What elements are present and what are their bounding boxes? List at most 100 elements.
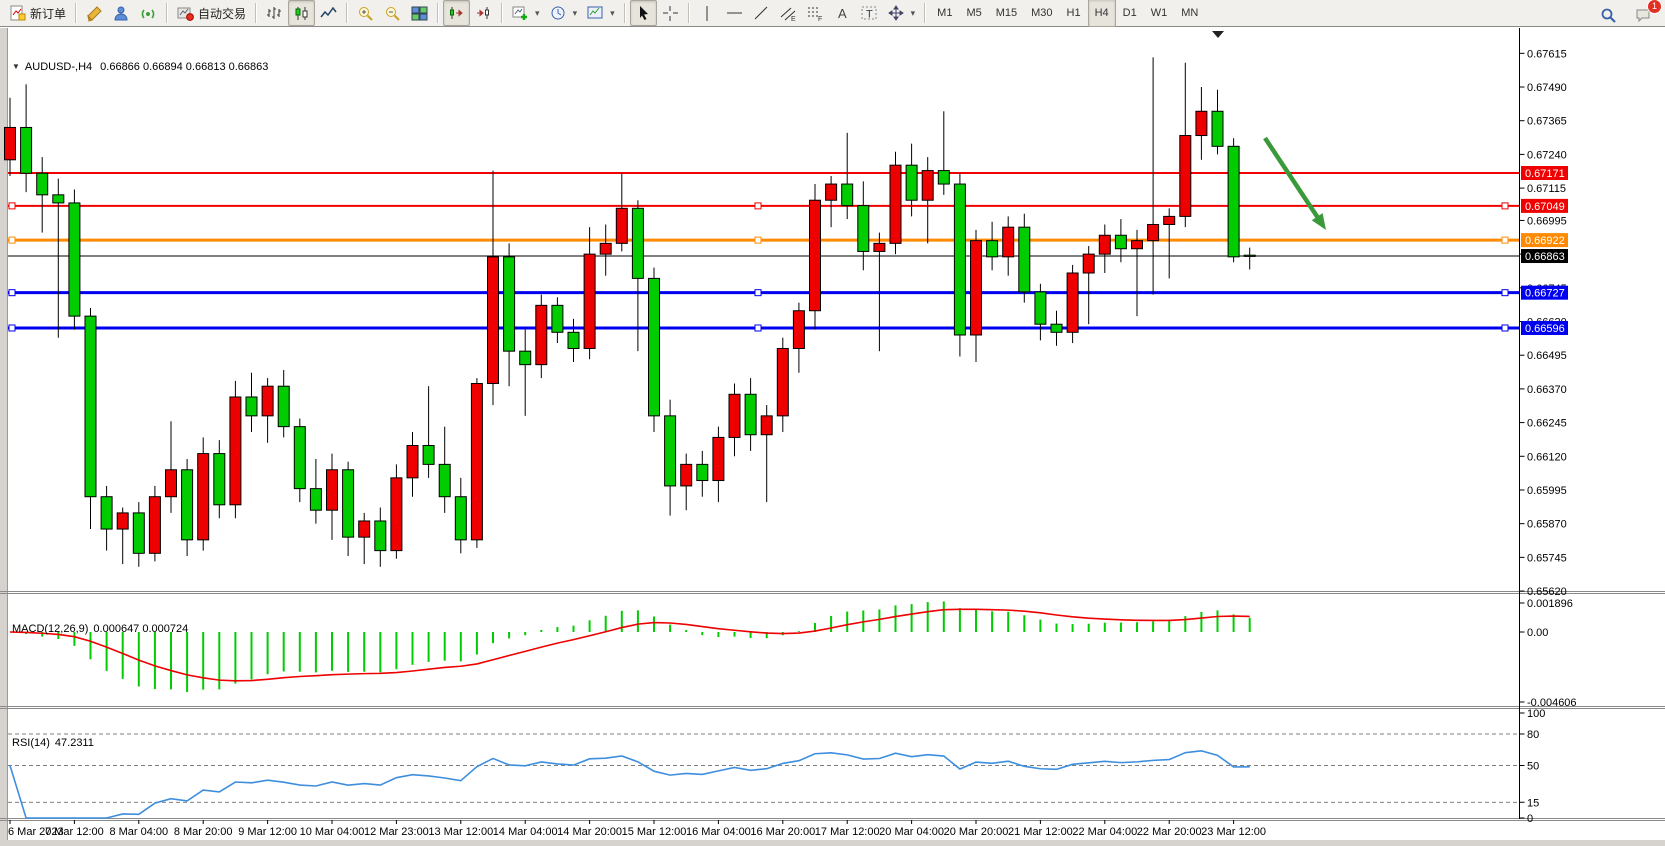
line-handle[interactable] (1502, 237, 1508, 243)
text-button[interactable]: A (829, 0, 856, 26)
timeframe-m15-button[interactable]: M15 (989, 0, 1024, 27)
svg-text:0.67615: 0.67615 (1527, 48, 1567, 60)
svg-text:0.00: 0.00 (1527, 627, 1548, 639)
svg-text:22 Mar 04:00: 22 Mar 04:00 (1072, 826, 1137, 838)
svg-text:0.001896: 0.001896 (1527, 598, 1573, 610)
chart-canvas[interactable]: 0.676150.674900.673650.672400.671150.669… (0, 28, 1665, 846)
macd-label: MACD(12,26,9) (12, 623, 88, 635)
svg-text:20 Mar 04:00: 20 Mar 04:00 (879, 826, 944, 838)
svg-text:0: 0 (1527, 813, 1533, 825)
rsi-value: 47.2311 (55, 737, 94, 749)
tile-windows-icon (411, 5, 428, 22)
candlestick-chart-button[interactable] (288, 0, 315, 26)
toolbar-separator (255, 3, 257, 23)
line-chart-button[interactable] (315, 0, 342, 26)
fibonacci-button[interactable]: F (802, 0, 829, 26)
crosshair-button[interactable] (657, 0, 684, 26)
svg-text:F: F (818, 16, 822, 22)
bar-chart-icon (266, 5, 283, 22)
auto-scroll-button[interactable] (443, 0, 470, 26)
horizontal-line-button[interactable] (721, 0, 748, 26)
cursor-button[interactable] (630, 0, 657, 26)
svg-text:23 Mar 12:00: 23 Mar 12:00 (1201, 826, 1266, 838)
vertical-line-button[interactable] (694, 0, 721, 26)
svg-text:0.65995: 0.65995 (1527, 485, 1567, 497)
timeframe-m1-button[interactable]: M1 (930, 0, 959, 27)
line-handle[interactable] (9, 290, 15, 296)
rsi-label: RSI(14) (12, 737, 50, 749)
shapes-icon (888, 5, 905, 22)
timeframe-m30-button[interactable]: M30 (1024, 0, 1059, 27)
svg-text:0.67365: 0.67365 (1527, 116, 1567, 128)
new-order-icon (9, 5, 26, 22)
line-handle[interactable] (9, 203, 15, 209)
shapes-button[interactable]: ▾ (883, 0, 921, 26)
toolbar-separator (624, 3, 626, 23)
svg-text:0.66596: 0.66596 (1525, 323, 1565, 335)
bar-chart-button[interactable] (261, 0, 288, 26)
rsi-indicator-header: RSI(14) 47.2311 (12, 737, 94, 749)
svg-text:8 Mar 04:00: 8 Mar 04:00 (109, 826, 168, 838)
timeframe-mn-button[interactable]: MN (1174, 0, 1205, 27)
toolbar-separator (501, 3, 503, 23)
line-handle[interactable] (1502, 290, 1508, 296)
text-label-button[interactable]: T (856, 0, 883, 26)
equidistant-channel-button[interactable]: E (775, 0, 802, 26)
line-handle[interactable] (9, 325, 15, 331)
trend-line-button[interactable] (748, 0, 775, 26)
layouts-button[interactable] (81, 0, 108, 26)
line-handle[interactable] (1502, 325, 1508, 331)
symbol-period-label: AUDUSD-,H4 (25, 61, 92, 73)
autotrade-button[interactable]: 自动交易 (172, 0, 251, 26)
line-handle[interactable] (9, 237, 15, 243)
chevron-down-icon[interactable]: ▾ (573, 8, 578, 19)
macd-indicator-header: MACD(12,26,9) 0.000647 0.000724 (12, 623, 188, 635)
svg-text:8 Mar 20:00: 8 Mar 20:00 (174, 826, 233, 838)
zoom-in-icon (357, 5, 374, 22)
timeframe-h1-button[interactable]: H1 (1060, 0, 1088, 27)
svg-text:15 Mar 12:00: 15 Mar 12:00 (622, 826, 687, 838)
notifications-button[interactable]: 1 (1630, 2, 1657, 28)
svg-text:50: 50 (1527, 761, 1539, 773)
chart-shift-button[interactable] (470, 0, 497, 26)
profiles-button[interactable] (108, 0, 135, 26)
chevron-down-icon[interactable]: ▾ (610, 8, 615, 19)
chart-window: 0.676150.674900.673650.672400.671150.669… (0, 28, 1665, 846)
svg-text:16 Mar 20:00: 16 Mar 20:00 (750, 826, 815, 838)
svg-text:14 Mar 20:00: 14 Mar 20:00 (557, 826, 622, 838)
line-handle[interactable] (755, 203, 761, 209)
macd-values: 0.000647 0.000724 (93, 623, 188, 635)
svg-text:100: 100 (1527, 708, 1545, 720)
timeframe-h4-button[interactable]: H4 (1088, 0, 1116, 27)
line-handle[interactable] (755, 325, 761, 331)
zoom-in-button[interactable] (352, 0, 379, 26)
timeframe-m5-button[interactable]: M5 (959, 0, 988, 27)
periods-button[interactable]: ▾ (545, 0, 583, 26)
timeframe-w1-button[interactable]: W1 (1144, 0, 1175, 27)
svg-text:7 Mar 12:00: 7 Mar 12:00 (45, 826, 104, 838)
templates-button[interactable]: ▾ (582, 0, 620, 26)
new-order-button[interactable]: 新订单 (4, 0, 71, 26)
label-icon: T (861, 5, 878, 22)
line-handle[interactable] (755, 237, 761, 243)
zoom-out-button[interactable] (379, 0, 406, 26)
line-handle[interactable] (755, 290, 761, 296)
profiles-icon (113, 5, 130, 22)
search-button[interactable] (1595, 2, 1622, 28)
search-icon (1600, 7, 1617, 24)
market-signal-button[interactable] (135, 0, 162, 26)
ohlc-values: 0.66866 0.66894 0.66813 0.66863 (100, 61, 268, 73)
toolbar-separator (924, 3, 926, 23)
toolbar-separator (166, 3, 168, 23)
collapse-triangle-icon[interactable]: ▼ (12, 62, 20, 71)
trendline-icon (753, 5, 770, 22)
candlestick-icon (293, 5, 310, 22)
tile-windows-button[interactable] (406, 0, 433, 26)
chevron-down-icon[interactable]: ▾ (535, 8, 540, 19)
line-handle[interactable] (1502, 203, 1508, 209)
add-indicator-button[interactable]: ▾ (507, 0, 545, 26)
chevron-down-icon[interactable]: ▾ (911, 8, 916, 19)
svg-text:9 Mar 12:00: 9 Mar 12:00 (238, 826, 297, 838)
svg-text:13 Mar 12:00: 13 Mar 12:00 (428, 826, 493, 838)
timeframe-d1-button[interactable]: D1 (1116, 0, 1144, 27)
